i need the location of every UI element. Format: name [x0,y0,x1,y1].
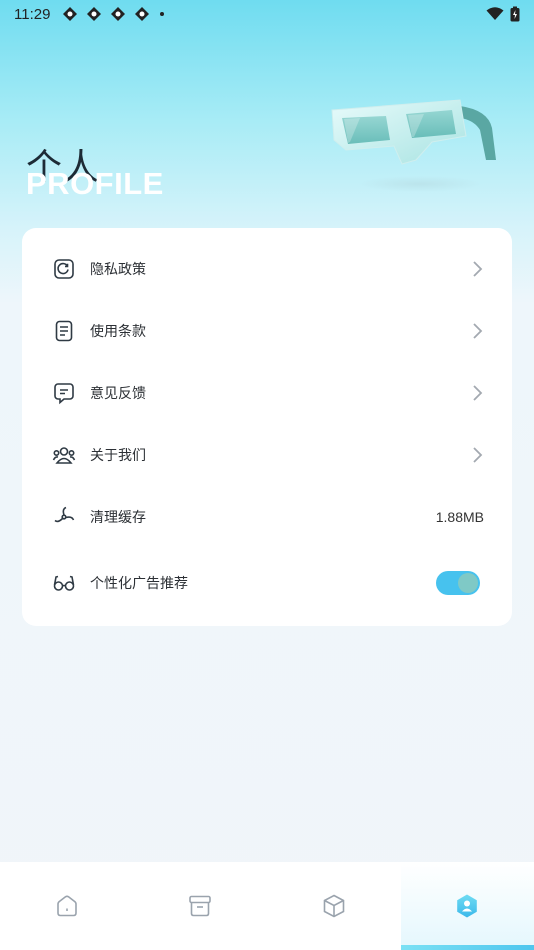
tab-home[interactable] [0,862,134,950]
chevron-right-icon [470,446,484,464]
cache-size-value: 1.88MB [435,509,484,525]
toggle-knob [458,573,478,593]
archive-icon [189,895,212,917]
app-notification-icon [87,7,102,21]
status-bar: 11:29 [0,0,534,28]
clear-cache-icon [52,505,76,529]
menu-item-label: 关于我们 [90,448,146,464]
app-notification-icon [135,7,150,21]
feedback-icon [52,381,76,405]
menu-item-label: 隐私政策 [90,262,146,278]
3d-glasses-icon [331,99,496,192]
chevron-right-icon [470,322,484,340]
page-subtitle: PROFILE [26,166,164,201]
bottom-nav [0,862,534,950]
about-icon [52,443,76,467]
menu-item-feedback[interactable]: 意见反馈 [22,362,512,424]
terms-icon [52,319,76,343]
chevron-right-icon [470,384,484,402]
menu-item-label: 个性化广告推荐 [90,576,188,592]
wifi-icon [486,7,504,20]
profile-icon [457,894,478,918]
status-right-icons [486,6,520,22]
tab-archive[interactable] [134,862,268,950]
app-notification-icon [111,7,126,21]
menu-item-terms-of-use[interactable]: 使用条款 [22,300,512,362]
menu-item-label: 意见反馈 [90,386,146,402]
menu-item-about-us[interactable]: 关于我们 [22,424,512,486]
menu-item-label: 清理缓存 [90,510,146,526]
toggle-container [436,571,484,595]
menu-item-privacy-policy[interactable]: 隐私政策 [22,238,512,300]
status-notification-icons [62,6,165,22]
menu-item-label: 使用条款 [90,324,146,340]
settings-menu-card: 隐私政策 使用条款 意见反馈 关于我们 清理缓存 1.88MB 个性化广告推荐 [22,228,512,626]
dot-icon [160,12,165,16]
privacy-icon [52,257,76,281]
home-icon [56,895,77,917]
glasses-icon [52,571,76,595]
menu-item-personalized-ads: 个性化广告推荐 [22,552,512,614]
personalized-ads-toggle[interactable] [436,571,480,595]
chevron-right-icon [470,260,484,278]
tab-cube[interactable] [267,862,401,950]
cube-icon [323,894,345,918]
tab-profile[interactable] [400,862,534,950]
app-notification-icon [63,7,78,21]
menu-item-clear-cache[interactable]: 清理缓存 1.88MB [22,486,512,548]
battery-icon [510,6,520,22]
status-time: 11:29 [14,5,51,23]
